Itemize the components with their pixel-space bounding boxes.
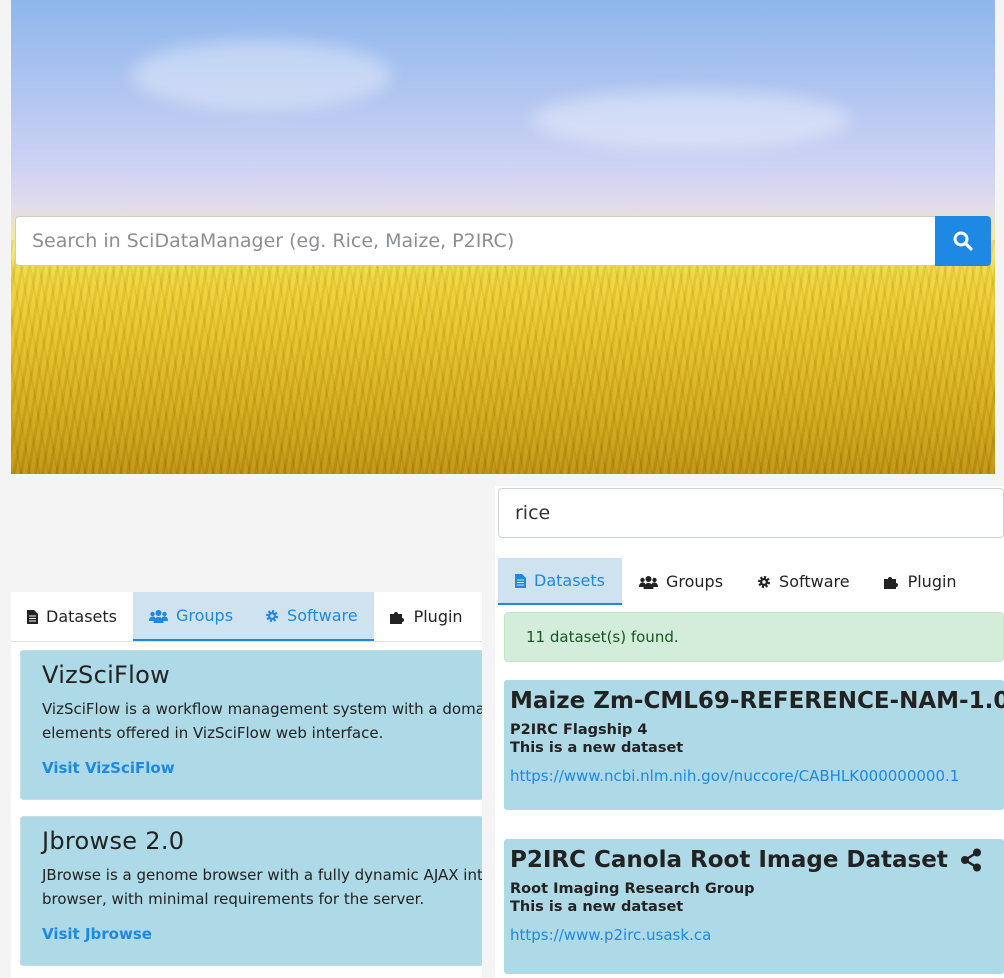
dataset-search-panel: rice Datasets Groups Software Plugin 11 …: [495, 486, 1004, 978]
results-count-text: 11 dataset(s) found.: [526, 628, 679, 646]
dataset-url-link[interactable]: https://www.p2irc.usask.ca: [510, 926, 998, 944]
gear-icon: [758, 575, 771, 588]
tab-groups[interactable]: Groups: [622, 558, 740, 605]
search-input-value: rice: [515, 502, 551, 524]
tab-datasets[interactable]: Datasets: [498, 558, 622, 605]
card-title: VizSciFlow: [42, 661, 171, 689]
tab-groups[interactable]: Groups: [133, 592, 250, 641]
dataset-url-link[interactable]: https://www.ncbi.nlm.nih.gov/nuccore/CAB…: [510, 767, 998, 785]
dataset-group: Root Imaging Research Group: [510, 881, 755, 897]
puzzle-icon: [389, 611, 404, 624]
dataset-title-row: P2IRC Canola Root Image Dataset: [510, 847, 998, 873]
tab-plugin[interactable]: Plugin: [867, 558, 974, 605]
card-description: elements offered in VizSciFlow web inter…: [42, 724, 384, 742]
tab-datasets[interactable]: Datasets: [11, 592, 133, 641]
card-description: JBrowse is a genome browser with a fully…: [42, 866, 482, 884]
hero-search-input[interactable]: [15, 216, 935, 266]
hero-cloud: [131, 40, 391, 110]
software-card: Jbrowse 2.0 JBrowse is a genome browser …: [20, 816, 482, 966]
dataset-card: Maize Zm-CML69-REFERENCE-NAM-1.0 P2IRC F…: [504, 680, 1004, 810]
tab-label: Datasets: [534, 571, 605, 590]
results-count-alert: 11 dataset(s) found.: [504, 612, 1004, 662]
puzzle-icon: [883, 576, 898, 589]
tab-label: Software: [779, 572, 850, 591]
document-icon: [27, 609, 38, 624]
share-icon[interactable]: [960, 848, 982, 872]
users-icon: [149, 609, 168, 623]
dataset-title: Maize Zm-CML69-REFERENCE-NAM-1.0: [510, 688, 1004, 714]
card-description: browser, with minimal requirements for t…: [42, 890, 425, 908]
tab-label: Groups: [666, 572, 724, 591]
card-title: Jbrowse 2.0: [42, 827, 185, 855]
tab-label: Datasets: [46, 607, 117, 626]
hero-search-button[interactable]: [935, 216, 991, 266]
dataset-search-input[interactable]: rice: [498, 488, 1004, 538]
software-panel: Datasets Groups Software Plugin VizSciFl…: [11, 592, 482, 978]
hero-field-texture: [11, 240, 995, 474]
tab-label: Plugin: [413, 607, 463, 626]
tab-label: Software: [287, 606, 358, 625]
card-visit-link[interactable]: Visit VizSciFlow: [42, 759, 468, 777]
tab-software[interactable]: Software: [249, 592, 374, 641]
right-tab-bar: Datasets Groups Software Plugin: [498, 558, 974, 605]
dataset-title-row: Maize Zm-CML69-REFERENCE-NAM-1.0: [510, 688, 1004, 714]
dataset-card: P2IRC Canola Root Image Dataset Root Ima…: [504, 839, 1004, 974]
card-visit-link[interactable]: Visit Jbrowse: [42, 925, 468, 943]
card-description: VizSciFlow is a workflow management syst…: [42, 700, 482, 718]
document-icon: [515, 573, 526, 588]
left-tab-bar: Datasets Groups Software Plugin: [11, 592, 482, 642]
search-icon: [953, 231, 973, 251]
tab-plugin[interactable]: Plugin: [374, 592, 479, 641]
dataset-title: P2IRC Canola Root Image Dataset: [510, 847, 948, 873]
hero-cloud: [531, 90, 851, 150]
hero-search-bar: [15, 216, 991, 266]
dataset-group: P2IRC Flagship 4: [510, 722, 648, 738]
tab-label: Groups: [176, 606, 234, 625]
dataset-description: This is a new dataset: [510, 899, 684, 915]
tab-software[interactable]: Software: [740, 558, 867, 605]
users-icon: [639, 575, 658, 589]
software-card: VizSciFlow VizSciFlow is a workflow mana…: [20, 650, 482, 800]
tab-label: Plugin: [907, 572, 957, 591]
gear-icon: [266, 609, 279, 622]
dataset-description: This is a new dataset: [510, 740, 684, 756]
